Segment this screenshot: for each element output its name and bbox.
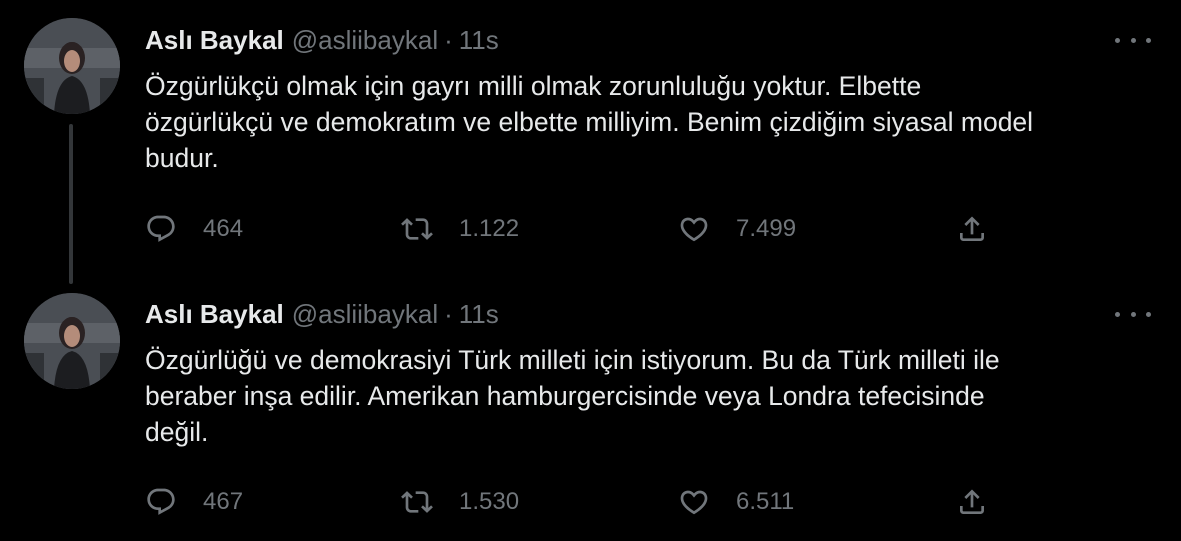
avatar[interactable]	[24, 18, 120, 114]
share-icon	[960, 489, 984, 514]
tweet-header: Aslı Baykal @asliibaykal · 11s	[145, 298, 499, 330]
author-name[interactable]: Aslı Baykal	[145, 299, 284, 330]
reply-icon	[147, 215, 175, 242]
retweet-icon	[401, 491, 433, 513]
avatar[interactable]	[24, 293, 120, 389]
tweet[interactable]: Aslı Baykal @asliibaykal · 11s Özgürlüğü…	[0, 270, 1181, 541]
reply-button[interactable]: 467	[145, 484, 243, 520]
heart-icon	[680, 217, 708, 242]
author-handle[interactable]: @asliibaykal	[292, 25, 438, 56]
avatar-image	[24, 293, 120, 389]
retweet-count: 1.122	[459, 215, 520, 242]
tweet-text: Özgürlüğü ve demokrasiyi Türk milleti iç…	[145, 345, 1000, 447]
tweet[interactable]: Aslı Baykal @asliibaykal · 11s Özgürlükç…	[0, 0, 1181, 284]
tweet-header: Aslı Baykal @asliibaykal · 11s	[145, 24, 499, 56]
thread-line	[69, 124, 73, 284]
tweet-actions: 467 1.530 6.511	[145, 484, 1005, 520]
more-icon[interactable]	[1115, 30, 1151, 50]
more-dot	[1146, 311, 1151, 317]
more-dot	[1146, 37, 1151, 43]
retweet-button[interactable]: 1.122	[401, 211, 519, 247]
retweet-icon	[401, 218, 433, 240]
avatar-image	[24, 18, 120, 114]
more-dot	[1130, 37, 1136, 43]
share-button[interactable]	[956, 211, 988, 247]
separator-dot: ·	[444, 298, 453, 329]
like-button[interactable]: 6.511	[678, 484, 794, 520]
reply-count: 467	[203, 488, 244, 515]
tweet-text: Özgürlükçü olmak için gayrı milli olmak …	[145, 71, 1034, 173]
more-dot	[1130, 311, 1136, 317]
reply-count: 464	[203, 215, 244, 242]
separator-dot: ·	[444, 24, 453, 55]
share-icon	[960, 216, 984, 241]
like-count: 7.499	[736, 215, 797, 242]
author-handle[interactable]: @asliibaykal	[292, 299, 438, 330]
heart-icon	[680, 490, 708, 515]
timestamp[interactable]: 11s	[459, 25, 499, 56]
tweet-actions: 464 1.122 7.499	[145, 211, 1005, 247]
retweet-count: 1.530	[459, 488, 520, 515]
retweet-button[interactable]: 1.530	[401, 484, 519, 520]
timestamp[interactable]: 11s	[459, 299, 499, 330]
more-icon[interactable]	[1115, 304, 1151, 324]
reply-icon	[147, 488, 175, 515]
more-dot	[1115, 311, 1120, 317]
author-name[interactable]: Aslı Baykal	[145, 25, 284, 56]
reply-button[interactable]: 464	[145, 211, 243, 247]
like-count: 6.511	[736, 488, 795, 515]
more-dot	[1115, 37, 1120, 43]
share-button[interactable]	[956, 484, 988, 520]
like-button[interactable]: 7.499	[678, 211, 796, 247]
